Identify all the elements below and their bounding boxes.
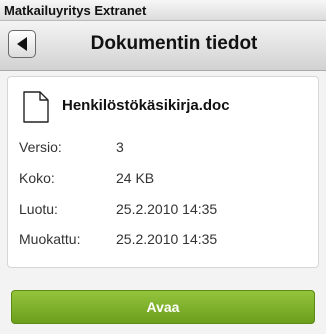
meta-label: Luotu: bbox=[19, 201, 58, 217]
page-title: Dokumentin tiedot bbox=[90, 33, 258, 54]
document-details-card: Henkilöstökäsikirja.doc Versio: 3 Koko: … bbox=[7, 76, 319, 268]
open-button[interactable]: Avaa bbox=[11, 290, 315, 324]
document-icon bbox=[23, 91, 49, 123]
meta-value: 25.2.2010 14:35 bbox=[116, 201, 218, 217]
meta-label: Muokattu: bbox=[19, 231, 81, 247]
meta-value: 25.2.2010 14:35 bbox=[116, 231, 218, 247]
app-title-bar: Matkailuyritys Extranet bbox=[0, 0, 326, 21]
meta-value: 24 KB bbox=[116, 170, 155, 186]
app-title: Matkailuyritys Extranet bbox=[4, 3, 147, 18]
meta-label: Koko: bbox=[19, 170, 55, 186]
navigation-bar: Dokumentin tiedot bbox=[0, 21, 326, 71]
meta-value: 3 bbox=[116, 139, 124, 155]
document-name: Henkilöstökäsikirja.doc bbox=[62, 97, 230, 114]
meta-label: Versio: bbox=[19, 139, 62, 155]
